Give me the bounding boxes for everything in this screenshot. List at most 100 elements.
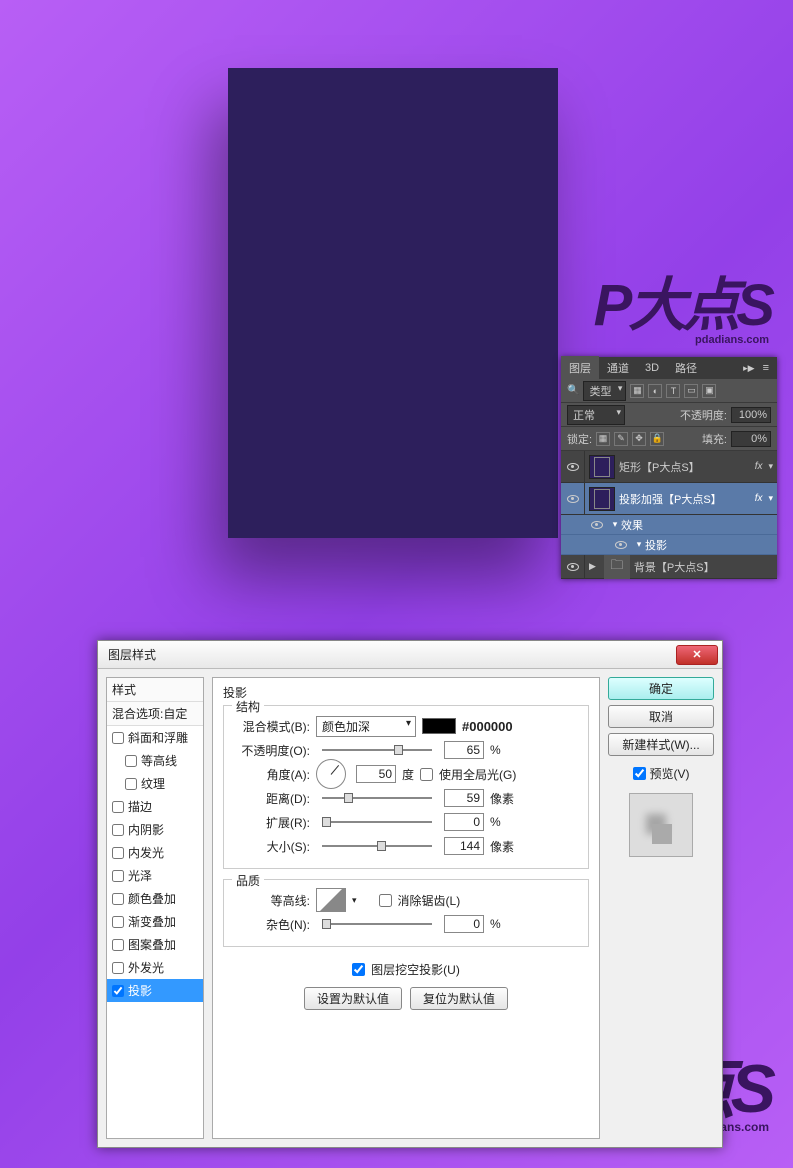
layer-name: 矩形【P大点S】 [619,459,749,475]
visibility-icon[interactable] [615,541,627,549]
blend-mode-select[interactable]: 颜色加深 [316,716,416,737]
spread-slider[interactable] [322,821,432,823]
style-checkbox[interactable] [112,893,124,905]
style-checkbox[interactable] [112,847,124,859]
layer-name: 背景【P大点S】 [634,559,777,575]
chevron-down-icon[interactable]: ▾ [768,493,777,504]
visibility-icon[interactable] [591,521,603,529]
fill-input[interactable]: 0% [731,431,771,447]
tab-channels[interactable]: 通道 [599,356,637,380]
cancel-button[interactable]: 取消 [608,705,714,728]
blend-options-item[interactable]: 混合选项:自定 [107,702,203,726]
style-contour[interactable]: 等高线 [107,749,203,772]
filter-shape-icon[interactable]: ▭ [684,384,698,398]
style-texture[interactable]: 纹理 [107,772,203,795]
style-pattern-overlay[interactable]: 图案叠加 [107,933,203,956]
global-light-checkbox[interactable] [420,768,433,781]
style-inner-glow[interactable]: 内发光 [107,841,203,864]
style-drop-shadow[interactable]: 投影 [107,979,203,1002]
color-swatch[interactable] [422,718,456,734]
dialog-title-bar[interactable]: 图层样式 ✕ [98,641,722,669]
color-hex: #000000 [462,719,513,734]
filter-adjust-icon[interactable]: ◐ [648,384,662,398]
layer-item-shadow[interactable]: 投影加强【P大点S】 fx ▾ [561,483,777,515]
tab-paths[interactable]: 路径 [667,356,705,380]
style-checkbox[interactable] [112,824,124,836]
knockout-checkbox[interactable] [352,963,365,976]
noise-slider[interactable] [322,923,432,925]
style-checkbox[interactable] [112,732,124,744]
expand-icon[interactable]: ▶ [585,561,600,572]
size-slider[interactable] [322,845,432,847]
new-style-button[interactable]: 新建样式(W)... [608,733,714,756]
preview-label: 预览(V) [650,765,690,782]
style-color-overlay[interactable]: 颜色叠加 [107,887,203,910]
distance-slider[interactable] [322,797,432,799]
style-satin[interactable]: 光泽 [107,864,203,887]
layer-thumbnail[interactable] [589,455,615,479]
collapse-icon[interactable]: ▾ [633,539,645,550]
size-input[interactable]: 144 [444,837,484,855]
style-stroke[interactable]: 描边 [107,795,203,818]
panel-tabs: 图层 通道 3D 路径 ▸▶ ≡ [561,357,777,379]
tab-layers[interactable]: 图层 [561,356,599,380]
opacity-slider[interactable] [322,749,432,751]
lock-all-icon[interactable]: 🔒 [650,432,664,446]
distance-input[interactable]: 59 [444,789,484,807]
visibility-icon[interactable] [567,563,579,571]
lock-position-icon[interactable]: ✥ [632,432,646,446]
lock-pixels-icon[interactable]: ✎ [614,432,628,446]
chevron-down-icon[interactable]: ▾ [768,461,777,472]
layer-thumbnail[interactable] [589,487,615,511]
reset-default-button[interactable]: 复位为默认值 [410,987,508,1010]
filter-smart-icon[interactable]: ▣ [702,384,716,398]
watermark-logo: P大点S [594,273,771,338]
effects-header-row[interactable]: ▾ 效果 [561,515,777,535]
style-checkbox[interactable] [112,985,124,997]
style-list-header[interactable]: 样式 [107,678,203,702]
angle-input[interactable]: 50 [356,765,396,783]
style-outer-glow[interactable]: 外发光 [107,956,203,979]
filter-pixel-icon[interactable]: ▦ [630,384,644,398]
spread-input[interactable]: 0 [444,813,484,831]
structure-fieldset: 结构 混合模式(B): 颜色加深 #000000 不透明度(O): 65 % 角… [223,705,589,869]
noise-input[interactable]: 0 [444,915,484,933]
knockout-label: 图层挖空投影(U) [371,961,460,978]
panel-menu-icon[interactable]: ≡ [759,362,773,374]
chevron-down-icon[interactable]: ▾ [352,895,357,906]
tab-3d[interactable]: 3D [637,358,667,378]
layer-item-bg[interactable]: ▶ 🗀 背景【P大点S】 [561,555,777,579]
contour-picker[interactable] [316,888,346,912]
filter-type-icon[interactable]: T [666,384,680,398]
antialias-checkbox[interactable] [379,894,392,907]
set-default-button[interactable]: 设置为默认值 [304,987,402,1010]
collapse-icon[interactable]: ▾ [609,519,621,530]
style-checkbox[interactable] [112,916,124,928]
fx-badge[interactable]: fx [749,461,769,472]
style-checkbox[interactable] [112,962,124,974]
visibility-icon[interactable] [567,463,579,471]
style-checkbox[interactable] [112,870,124,882]
panel-collapse-icon[interactable]: ▸▶ [739,363,758,374]
close-button[interactable]: ✕ [676,645,718,665]
style-checkbox[interactable] [112,939,124,951]
style-checkbox[interactable] [125,778,137,790]
visibility-icon[interactable] [567,495,579,503]
ok-button[interactable]: 确定 [608,677,714,700]
effect-drop-shadow-row[interactable]: ▾ 投影 [561,535,777,555]
fx-badge[interactable]: fx [749,493,769,504]
layer-item-rect[interactable]: 矩形【P大点S】 fx ▾ [561,451,777,483]
preview-checkbox[interactable] [633,767,646,780]
style-gradient-overlay[interactable]: 渐变叠加 [107,910,203,933]
lock-transparency-icon[interactable]: ▦ [596,432,610,446]
opacity-input[interactable]: 100% [731,407,771,423]
style-checkbox[interactable] [125,755,137,767]
style-checkbox[interactable] [112,801,124,813]
style-inner-shadow[interactable]: 内阴影 [107,818,203,841]
search-icon[interactable]: 🔍 [567,385,579,396]
filter-type-dropdown[interactable]: 类型 [583,381,626,401]
angle-dial[interactable] [316,759,346,789]
style-bevel[interactable]: 斜面和浮雕 [107,726,203,749]
opacity-input[interactable]: 65 [444,741,484,759]
blend-mode-dropdown[interactable]: 正常 [567,405,625,425]
